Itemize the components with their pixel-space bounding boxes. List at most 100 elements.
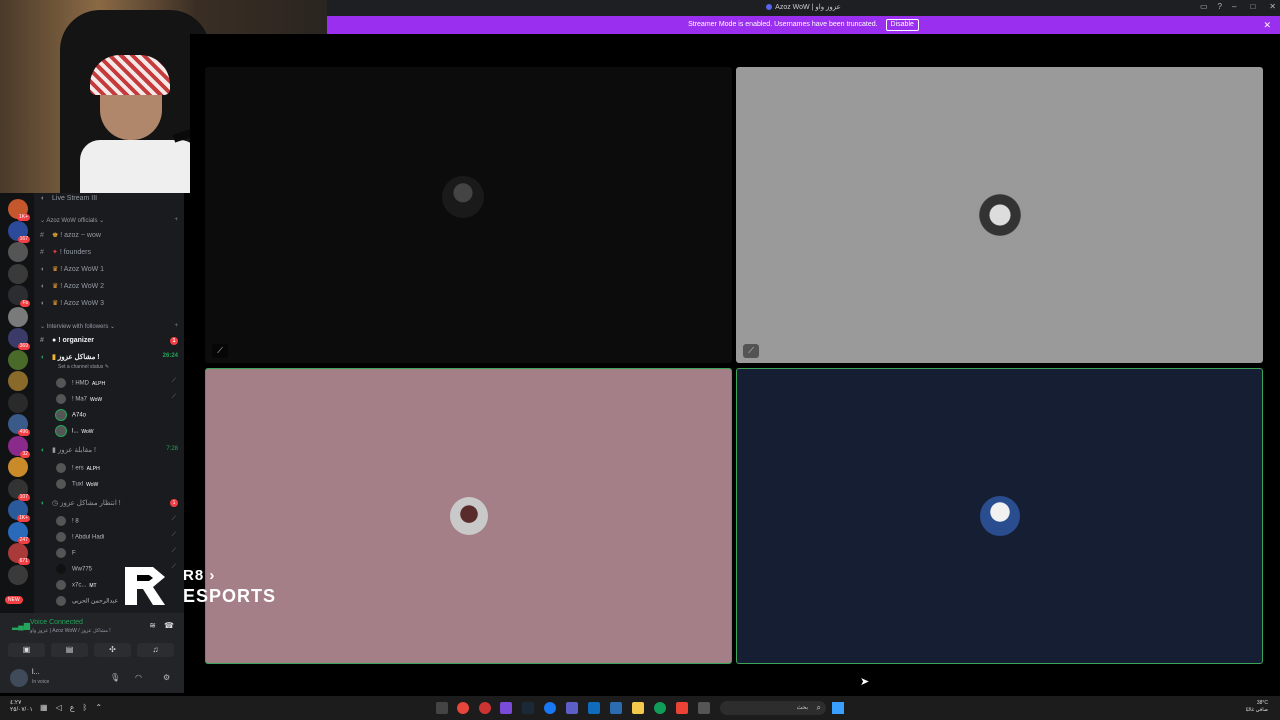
channel-label: ! founders	[59, 249, 91, 256]
user-name: ! 8	[72, 518, 79, 525]
server-icon[interactable]: 671	[8, 543, 30, 565]
streamer-thobe	[80, 140, 200, 193]
star-icon: ✦	[52, 249, 58, 256]
participant-tile-3[interactable]	[205, 368, 732, 664]
screen-share-button[interactable]: ▤	[51, 643, 88, 657]
add-channel-icon[interactable]: +	[174, 217, 178, 223]
noise-suppression-icon[interactable]: ≋	[149, 621, 156, 630]
disconnect-icon[interactable]: ☎	[164, 621, 174, 630]
disable-streamer-mode-button[interactable]: Disable	[885, 19, 919, 31]
language-icon[interactable]: ع	[70, 703, 75, 712]
channel-azoz-wow[interactable]: # ♚ ! azoz ~ wow	[40, 231, 180, 245]
server-icon[interactable]: 247	[8, 521, 30, 544]
voice-user-2[interactable]: ! Ma7 WoW ⟋	[56, 394, 180, 408]
watermark-line-2: ESPORTS	[183, 586, 277, 606]
close-window-button[interactable]: ✕	[1269, 2, 1276, 11]
maximize-button[interactable]: □	[1250, 2, 1255, 11]
window-title: Azoz WoW | عزوز واو	[327, 3, 1280, 11]
teams-icon[interactable]	[566, 702, 578, 714]
activities-button[interactable]: ✣	[94, 643, 131, 657]
voice-channel-waiting[interactable]: ◖ ◷ انتظار مشاكل عزوز ! 1	[40, 499, 180, 513]
inbox-icon[interactable]: ▭	[1200, 2, 1208, 11]
speaker-icon: ◖	[40, 266, 45, 273]
category-officials[interactable]: ⌄ Azoz WoW officials ⌄ +	[40, 217, 180, 231]
user-tag: ALPH	[92, 380, 106, 387]
voice-user-1[interactable]: ! HMD ALPH ⟋	[56, 378, 180, 392]
server-icon[interactable]: 496	[8, 414, 30, 436]
server-icon[interactable]	[8, 349, 28, 370]
voice-user-9[interactable]: F ⟋	[56, 548, 180, 562]
server-icon[interactable]: 1K+	[8, 199, 30, 221]
server-icon[interactable]	[8, 306, 28, 327]
voice-channel-interview[interactable]: ◖ ▮ مقابلة عزوز ! 7:28	[40, 446, 180, 460]
weather-widget[interactable]: 38°C صافي غالبًا	[1246, 700, 1268, 714]
network-icon[interactable]: ▦	[40, 703, 48, 712]
steam-icon[interactable]	[522, 702, 534, 714]
app-icon[interactable]	[698, 702, 710, 714]
participant-tile-1[interactable]: ⟋	[205, 67, 732, 363]
taskbar-search[interactable]: بحث ⌕	[720, 701, 826, 715]
store-icon[interactable]	[610, 702, 622, 714]
channel-organizer[interactable]: # ● ! organizer 1	[40, 337, 180, 351]
add-channel-icon[interactable]: +	[174, 323, 178, 329]
headphones-icon[interactable]: ◠	[135, 673, 142, 682]
muted-mic-icon: ⟋	[743, 344, 759, 358]
category-label: Azoz WoW officials	[46, 218, 98, 224]
microphone-icon[interactable]: 🎙	[110, 673, 120, 682]
server-icon[interactable]	[8, 371, 28, 391]
copilot-icon[interactable]	[676, 702, 688, 714]
server-icon[interactable]: 107	[8, 478, 30, 501]
server-icon[interactable]: 32	[8, 435, 30, 458]
server-icon[interactable]: 167	[8, 220, 30, 243]
participant-tile-2[interactable]: ⟋	[736, 67, 1263, 363]
server-icon[interactable]	[8, 263, 28, 284]
windows-start-icon[interactable]	[832, 702, 844, 714]
xbox-icon[interactable]	[436, 702, 448, 714]
minimize-button[interactable]: –	[1232, 2, 1236, 11]
voice-user-3[interactable]: A74o	[56, 410, 180, 424]
soundboard-button[interactable]: ♫	[137, 643, 174, 657]
server-icon[interactable]	[8, 242, 28, 262]
channel-status-prompt[interactable]: Set a channel status ✎	[58, 364, 180, 378]
channel-azoz-wow-2[interactable]: ◖ ♛ ! Azoz WoW 2	[40, 282, 180, 296]
settings-gear-icon[interactable]: ⚙	[163, 673, 170, 682]
channel-live-stream[interactable]: ◖ Live Stream III	[40, 195, 180, 209]
help-icon[interactable]: ?	[1218, 2, 1222, 11]
channel-azoz-wow-1[interactable]: ◖ ♛ ! Azoz WoW 1	[40, 265, 180, 279]
chrome-icon[interactable]	[457, 702, 469, 714]
server-icon[interactable]: Fs	[8, 285, 30, 307]
app-icon[interactable]	[500, 702, 512, 714]
file-explorer-icon[interactable]	[632, 702, 644, 714]
server-icon[interactable]: 1K+	[8, 500, 30, 522]
camera-button[interactable]: ▣	[8, 643, 45, 657]
server-icon[interactable]	[8, 564, 28, 585]
voice-user-7[interactable]: ! 8 ⟋	[56, 516, 180, 530]
user-tag: WoW	[90, 396, 103, 403]
voice-user-8[interactable]: ! Abdul Hadi ⟋	[56, 532, 180, 546]
bluetooth-icon[interactable]: ᛒ	[83, 703, 88, 712]
channel-azoz-wow-3[interactable]: ◖ ♛ ! Azoz WoW 3	[40, 299, 180, 313]
voice-user-4[interactable]: l... WoW	[56, 426, 180, 440]
channel-founders[interactable]: # ✦ ! founders	[40, 248, 180, 262]
facebook-icon[interactable]	[544, 702, 556, 714]
channel-label: ! Azoz WoW 1	[60, 266, 105, 273]
chevron-up-icon[interactable]: ⌃	[95, 703, 102, 712]
participant-tile-4[interactable]	[736, 368, 1263, 664]
close-banner-icon[interactable]: ✕	[1263, 16, 1271, 34]
channel-label: Live Stream III	[52, 195, 98, 202]
volume-icon[interactable]: ◁	[56, 703, 62, 712]
voice-connected-label[interactable]: Voice Connected	[30, 619, 83, 626]
voice-user-6[interactable]: Tuxl WoW	[56, 479, 180, 493]
clock-icon: ◷	[52, 500, 59, 507]
avatar[interactable]	[10, 669, 28, 687]
opera-icon[interactable]	[479, 702, 491, 714]
server-icon[interactable]: 369	[8, 328, 30, 350]
voice-user-5[interactable]: ! ers ALPH	[56, 463, 180, 477]
server-icon[interactable]	[8, 457, 28, 477]
discord-icon	[766, 4, 773, 11]
edge-icon[interactable]	[654, 702, 666, 714]
server-icon[interactable]	[8, 392, 28, 413]
taskbar-clock[interactable]: ٤:٢٧ ٢٥/٠٧/٠١	[10, 700, 33, 714]
category-interview[interactable]: ⌄ Interview with followers ⌄ +	[40, 323, 180, 337]
mail-icon[interactable]	[588, 702, 600, 714]
